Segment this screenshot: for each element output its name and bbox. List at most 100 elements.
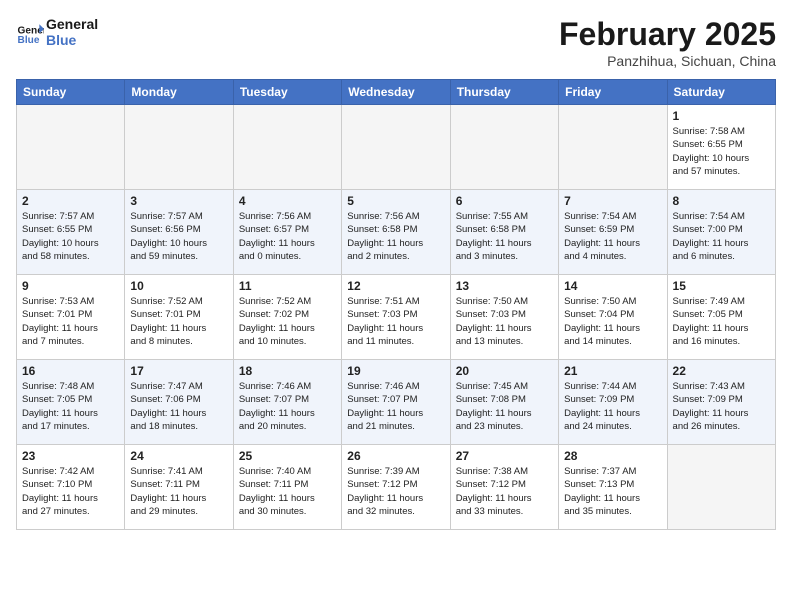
calendar-cell: 12 Sunrise: 7:51 AM Sunset: 7:03 PM Dayli… [342,275,450,360]
day-number: 1 [673,109,770,123]
calendar-cell: 28Sunrise: 7:37 AM Sunset: 7:13 PM Dayli… [559,445,667,530]
day-info: Sunrise: 7:56 AM Sunset: 6:58 PM Dayligh… [347,210,444,263]
logo-general: General [46,16,98,32]
calendar-cell: 17 Sunrise: 7:47 AM Sunset: 7:06 PM Dayli… [125,360,233,445]
day-info: Sunrise: 7:54 AM Sunset: 7:00 PM Dayligh… [673,210,770,263]
day-info: Sunrise: 7:42 AM Sunset: 7:10 PM Dayligh… [22,465,119,518]
weekday-header: Thursday [450,80,558,105]
day-number: 13 [456,279,553,293]
weekday-header: Sunday [17,80,125,105]
day-number: 18 [239,364,336,378]
day-number: 15 [673,279,770,293]
calendar-cell [233,105,341,190]
day-number: 9 [22,279,119,293]
day-info: Sunrise: 7:47 AM Sunset: 7:06 PM Dayligh… [130,380,227,433]
calendar-cell: 1 Sunrise: 7:58 AM Sunset: 6:55 PM Daylig… [667,105,775,190]
day-info: Sunrise: 7:41 AM Sunset: 7:11 PM Dayligh… [130,465,227,518]
svg-text:Blue: Blue [18,35,40,46]
weekday-header: Wednesday [342,80,450,105]
calendar-week-row: 1 Sunrise: 7:58 AM Sunset: 6:55 PM Daylig… [17,105,776,190]
calendar-cell: 18 Sunrise: 7:46 AM Sunset: 7:07 PM Dayli… [233,360,341,445]
day-number: 22 [673,364,770,378]
day-info: Sunrise: 7:45 AM Sunset: 7:08 PM Dayligh… [456,380,553,433]
calendar-cell: 16 Sunrise: 7:48 AM Sunset: 7:05 PM Dayli… [17,360,125,445]
day-info: Sunrise: 7:56 AM Sunset: 6:57 PM Dayligh… [239,210,336,263]
day-info: Sunrise: 7:57 AM Sunset: 6:56 PM Dayligh… [130,210,227,263]
logo-icon: General Blue [16,18,44,46]
day-number: 11 [239,279,336,293]
calendar-cell: 14 Sunrise: 7:50 AM Sunset: 7:04 PM Dayli… [559,275,667,360]
calendar-cell: 6Sunrise: 7:55 AM Sunset: 6:58 PM Daylig… [450,190,558,275]
day-info: Sunrise: 7:53 AM Sunset: 7:01 PM Dayligh… [22,295,119,348]
day-info: Sunrise: 7:50 AM Sunset: 7:03 PM Dayligh… [456,295,553,348]
calendar-cell [125,105,233,190]
calendar-cell: 27 Sunrise: 7:38 AM Sunset: 7:12 PM Dayli… [450,445,558,530]
day-info: Sunrise: 7:46 AM Sunset: 7:07 PM Dayligh… [347,380,444,433]
month-title: February 2025 [559,16,776,53]
calendar-week-row: 16 Sunrise: 7:48 AM Sunset: 7:05 PM Dayli… [17,360,776,445]
weekday-header: Tuesday [233,80,341,105]
calendar-cell [17,105,125,190]
calendar-cell: 22 Sunrise: 7:43 AM Sunset: 7:09 PM Dayli… [667,360,775,445]
calendar-cell: 3 Sunrise: 7:57 AM Sunset: 6:56 PM Daylig… [125,190,233,275]
day-number: 21 [564,364,661,378]
calendar-header-row: SundayMondayTuesdayWednesdayThursdayFrid… [17,80,776,105]
weekday-header: Saturday [667,80,775,105]
day-number: 26 [347,449,444,463]
day-number: 14 [564,279,661,293]
day-number: 10 [130,279,227,293]
day-number: 4 [239,194,336,208]
calendar-cell: 19 Sunrise: 7:46 AM Sunset: 7:07 PM Dayli… [342,360,450,445]
logo: General Blue General Blue [16,16,98,48]
calendar-cell: 24 Sunrise: 7:41 AM Sunset: 7:11 PM Dayli… [125,445,233,530]
day-info: Sunrise: 7:50 AM Sunset: 7:04 PM Dayligh… [564,295,661,348]
calendar-cell: 23 Sunrise: 7:42 AM Sunset: 7:10 PM Dayli… [17,445,125,530]
day-number: 20 [456,364,553,378]
day-number: 17 [130,364,227,378]
calendar-cell: 9 Sunrise: 7:53 AM Sunset: 7:01 PM Daylig… [17,275,125,360]
day-number: 19 [347,364,444,378]
day-info: Sunrise: 7:52 AM Sunset: 7:01 PM Dayligh… [130,295,227,348]
calendar-week-row: 9 Sunrise: 7:53 AM Sunset: 7:01 PM Daylig… [17,275,776,360]
weekday-header: Friday [559,80,667,105]
day-info: Sunrise: 7:54 AM Sunset: 6:59 PM Dayligh… [564,210,661,263]
day-number: 8 [673,194,770,208]
calendar-cell: 7 Sunrise: 7:54 AM Sunset: 6:59 PM Daylig… [559,190,667,275]
day-info: Sunrise: 7:44 AM Sunset: 7:09 PM Dayligh… [564,380,661,433]
day-info: Sunrise: 7:43 AM Sunset: 7:09 PM Dayligh… [673,380,770,433]
day-info: Sunrise: 7:38 AM Sunset: 7:12 PM Dayligh… [456,465,553,518]
calendar-cell [342,105,450,190]
calendar-cell: 5 Sunrise: 7:56 AM Sunset: 6:58 PM Daylig… [342,190,450,275]
day-info: Sunrise: 7:40 AM Sunset: 7:11 PM Dayligh… [239,465,336,518]
day-number: 12 [347,279,444,293]
day-number: 5 [347,194,444,208]
day-info: Sunrise: 7:48 AM Sunset: 7:05 PM Dayligh… [22,380,119,433]
calendar-cell [559,105,667,190]
logo-blue: Blue [46,32,98,48]
day-number: 27 [456,449,553,463]
day-number: 25 [239,449,336,463]
day-number: 3 [130,194,227,208]
day-number: 28 [564,449,661,463]
calendar-cell: 20 Sunrise: 7:45 AM Sunset: 7:08 PM Dayli… [450,360,558,445]
title-block: February 2025 Panzhihua, Sichuan, China [559,16,776,69]
calendar-cell: 13 Sunrise: 7:50 AM Sunset: 7:03 PM Dayli… [450,275,558,360]
day-number: 16 [22,364,119,378]
calendar-cell: 21 Sunrise: 7:44 AM Sunset: 7:09 PM Dayli… [559,360,667,445]
day-info: Sunrise: 7:46 AM Sunset: 7:07 PM Dayligh… [239,380,336,433]
calendar-cell: 25 Sunrise: 7:40 AM Sunset: 7:11 PM Dayli… [233,445,341,530]
calendar-cell: 2 Sunrise: 7:57 AM Sunset: 6:55 PM Daylig… [17,190,125,275]
calendar-table: SundayMondayTuesdayWednesdayThursdayFrid… [16,79,776,530]
day-number: 23 [22,449,119,463]
calendar-cell: 11Sunrise: 7:52 AM Sunset: 7:02 PM Dayli… [233,275,341,360]
day-number: 7 [564,194,661,208]
page-header: General Blue General Blue February 2025 … [16,16,776,69]
day-info: Sunrise: 7:57 AM Sunset: 6:55 PM Dayligh… [22,210,119,263]
day-number: 24 [130,449,227,463]
day-info: Sunrise: 7:58 AM Sunset: 6:55 PM Dayligh… [673,125,770,178]
day-number: 2 [22,194,119,208]
day-info: Sunrise: 7:49 AM Sunset: 7:05 PM Dayligh… [673,295,770,348]
calendar-cell: 26Sunrise: 7:39 AM Sunset: 7:12 PM Dayli… [342,445,450,530]
subtitle: Panzhihua, Sichuan, China [559,53,776,69]
day-info: Sunrise: 7:51 AM Sunset: 7:03 PM Dayligh… [347,295,444,348]
